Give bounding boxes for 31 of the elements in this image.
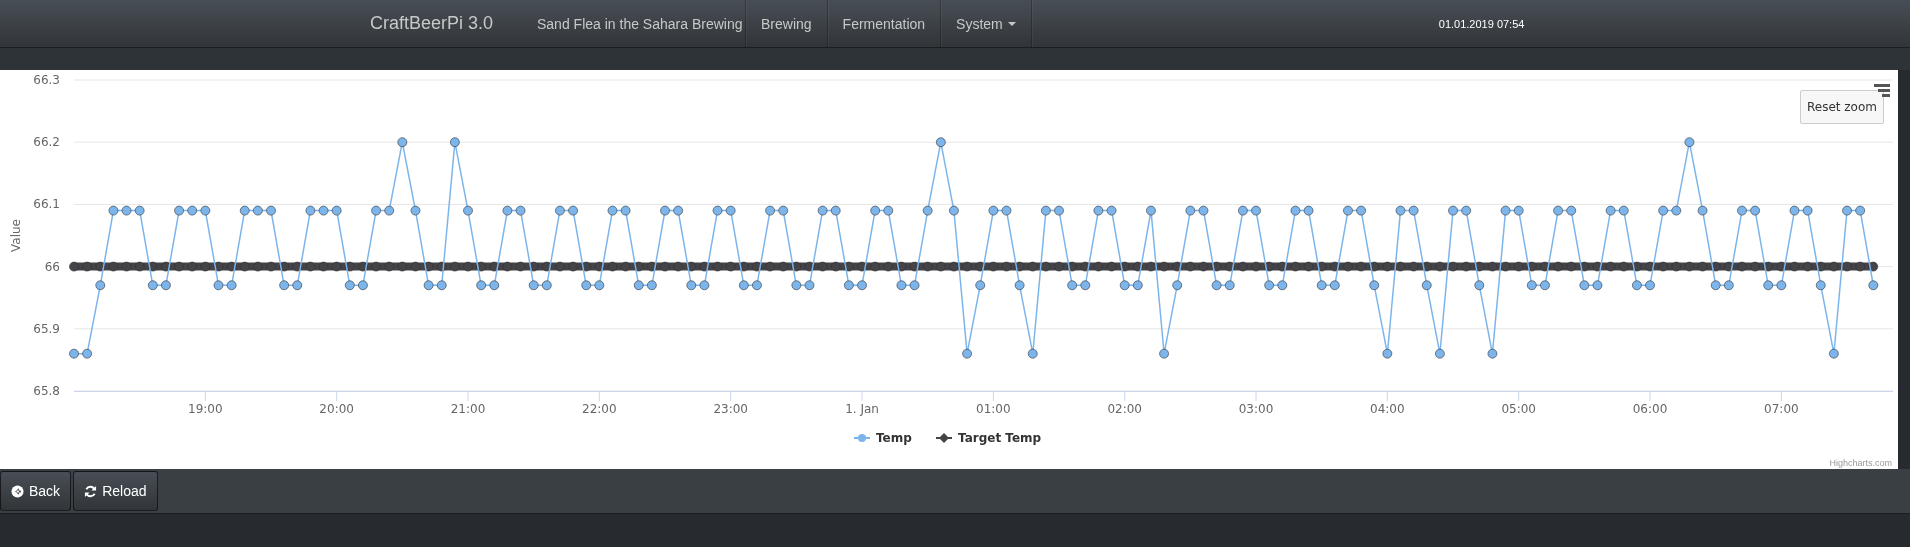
action-button[interactable]: Back [0,471,72,511]
nav-link[interactable]: Fermentation [827,0,942,47]
axis-label: 1. Jan [845,402,879,416]
brand-link[interactable]: CraftBeerPi 3.0 [370,13,522,34]
axis-label: 66.3 [33,73,60,87]
axis-label: 21:00 [450,402,486,416]
axis-label: 66.2 [33,135,60,150]
axis-label: 20:00 [319,402,354,416]
axis-label: 65.8 [33,384,60,398]
axis-label: 66 [44,259,60,274]
legend-item[interactable]: Target Temp [958,431,1042,445]
axis-label: 05:00 [1501,402,1536,416]
legend-item[interactable]: Temp [876,431,912,445]
nav-link[interactable]: System [941,0,1032,47]
axis-label: 22:00 [582,402,617,416]
axis-label: 19:00 [188,402,223,416]
axis-label: 01:00 [976,402,1011,416]
date-time: 01.01.2019 07:54 [1438,17,1525,30]
axis-label: 66.1 [33,197,60,212]
nav-link[interactable]: Brewing [746,0,828,47]
axis-label: 06:00 [1632,402,1668,416]
axis-label: 04:00 [1370,402,1405,416]
axis-label: 07:00 [1764,402,1799,416]
axis-title: Value [9,219,23,252]
axis-label: 65.9 [33,321,60,336]
action-button[interactable]: Reload [73,471,158,511]
nav-link[interactable]: Sand Flea in the Sahara Brewing [522,0,746,47]
axis-label: 03:00 [1238,402,1274,416]
axis-label: 02:00 [1107,402,1142,416]
reset-zoom-button[interactable]: Reset zoom [1800,90,1884,124]
axis-label: 23:00 [713,402,748,416]
